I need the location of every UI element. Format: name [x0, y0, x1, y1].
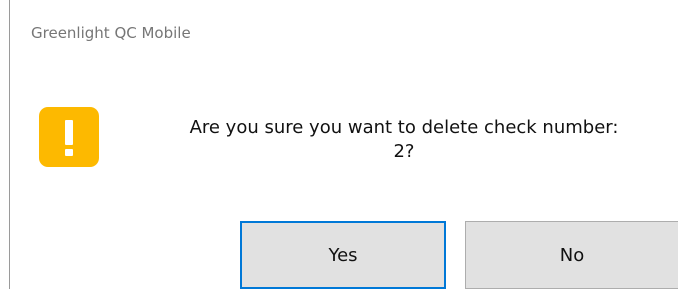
- dialog-left-border: [9, 0, 10, 289]
- dialog-message: Are you sure you want to delete check nu…: [130, 116, 678, 164]
- dialog-message-line-1: Are you sure you want to delete check nu…: [189, 117, 619, 138]
- no-button[interactable]: No: [465, 221, 678, 289]
- warning-exclamation-icon: [39, 107, 99, 167]
- confirm-dialog: Greenlight QC Mobile Are you sure you wa…: [0, 0, 678, 289]
- dialog-message-line-2: 2?: [393, 141, 415, 162]
- no-button-label: No: [559, 244, 585, 266]
- dialog-title: Greenlight QC Mobile: [31, 24, 191, 42]
- yes-button[interactable]: Yes: [240, 221, 446, 289]
- exclamation-glyph: [65, 120, 73, 156]
- yes-button-label: Yes: [328, 244, 358, 266]
